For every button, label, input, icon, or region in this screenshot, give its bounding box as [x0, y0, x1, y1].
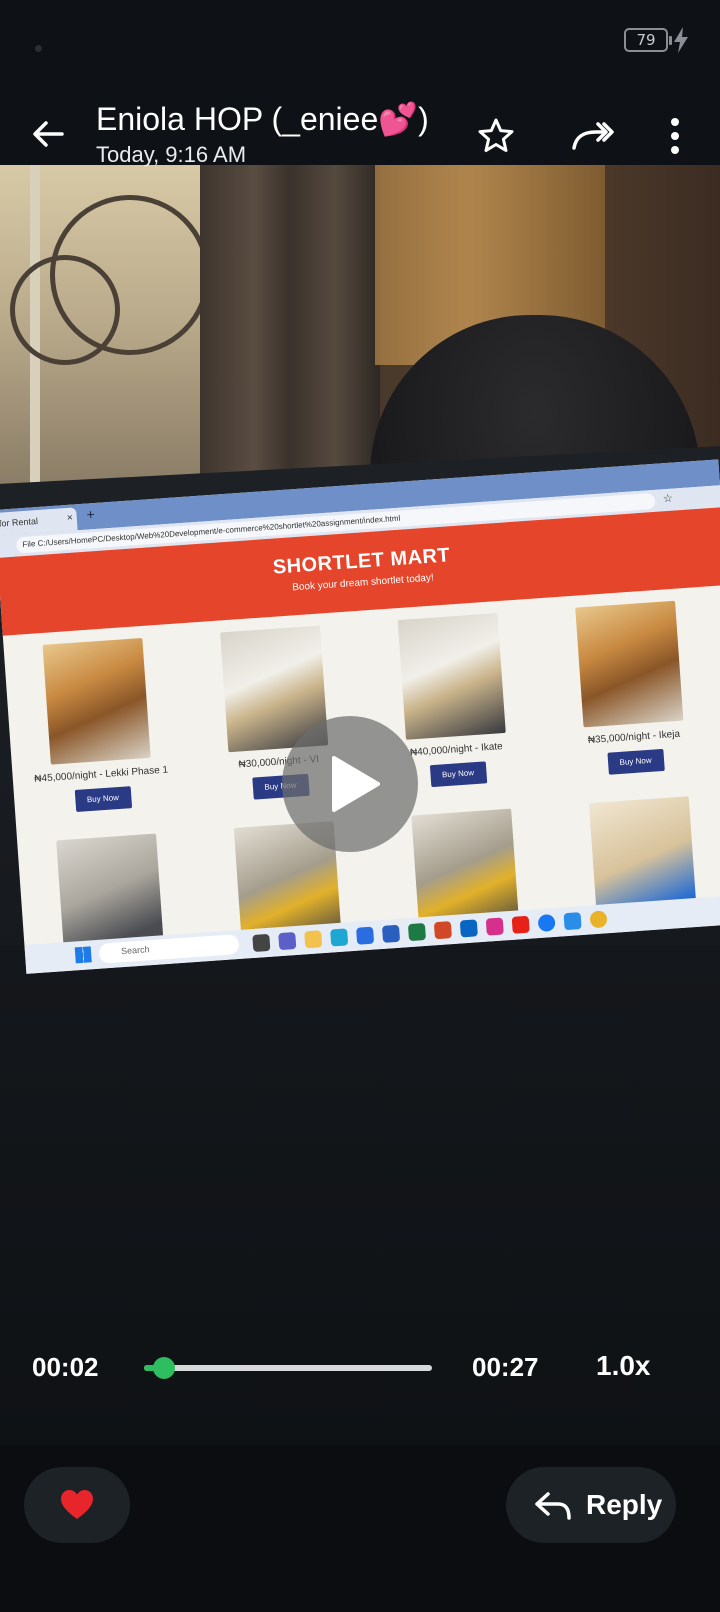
word-icon	[381, 924, 401, 943]
facebook-icon	[537, 913, 556, 933]
address-prefix: File	[22, 539, 36, 550]
listing-card: ₦35,000/night - Ikeja Buy Now	[542, 598, 718, 778]
buy-now-button: Buy Now	[606, 748, 665, 775]
vscode-icon	[563, 912, 582, 931]
playback-controls: 00:02 00:27 1.0x	[0, 1330, 720, 1410]
seek-bar[interactable]	[144, 1357, 432, 1379]
listing-card: ₦45,000/night - Lekki Phase 1 Buy Now	[10, 636, 186, 816]
viewer-header: Eniola HOP (_eniee💕) Today, 9:16 AM	[0, 90, 720, 190]
listing-photo	[574, 600, 683, 728]
bottom-action-bar: Reply	[0, 1445, 720, 1612]
listing-price: ₦45,000/night - Lekki Phase 1	[34, 764, 169, 785]
listing-price: ₦35,000/night - Ikeja	[587, 728, 681, 747]
reply-arrow-icon	[535, 1492, 571, 1520]
edge-icon	[330, 928, 349, 947]
new-tab-icon: +	[85, 506, 96, 523]
seek-handle[interactable]	[153, 1357, 176, 1379]
playback-speed-button[interactable]: 1.0x	[596, 1350, 651, 1382]
instagram-icon	[485, 917, 504, 936]
file-explorer-icon	[304, 930, 323, 949]
outlook-icon	[459, 919, 478, 938]
status-bar: 79	[0, 0, 720, 90]
forward-icon[interactable]	[570, 116, 614, 156]
excel-icon	[407, 922, 427, 942]
play-icon	[332, 756, 380, 812]
more-vertical-icon[interactable]	[660, 114, 690, 158]
buy-now-button: Buy Now	[429, 761, 487, 788]
react-button[interactable]	[24, 1467, 130, 1543]
play-button[interactable]	[282, 716, 418, 852]
teams-icon	[278, 932, 297, 951]
store-icon	[356, 926, 375, 945]
message-timestamp: Today, 9:16 AM	[96, 142, 247, 167]
camera-dot	[35, 45, 42, 52]
listing-photo	[42, 638, 151, 765]
listing-photo	[397, 613, 506, 740]
charging-bolt-icon	[674, 27, 688, 53]
reply-label: Reply	[586, 1489, 663, 1520]
battery-icon: 79	[624, 28, 672, 52]
heart-icon	[61, 1490, 93, 1519]
total-time: 00:27	[472, 1352, 539, 1382]
sender-name: Eniola HOP (_eniee💕)	[96, 101, 429, 137]
background-window	[0, 165, 215, 485]
taskbar-search: Search	[98, 934, 240, 964]
chrome-icon	[589, 910, 608, 929]
star-icon[interactable]	[476, 116, 516, 156]
reply-button[interactable]: Reply	[506, 1467, 676, 1543]
back-arrow-icon[interactable]	[28, 114, 68, 154]
windows-logo-icon	[74, 946, 92, 964]
powerpoint-icon	[433, 921, 452, 940]
task-view-icon	[252, 933, 271, 952]
browser-tab-title: for Rental	[0, 515, 39, 529]
close-icon: ×	[66, 512, 74, 524]
bookmark-star-icon: ☆	[662, 492, 674, 506]
current-time: 00:02	[32, 1352, 99, 1382]
buy-now-button: Buy Now	[74, 786, 132, 813]
background-curtain	[200, 165, 380, 495]
youtube-icon	[511, 915, 530, 934]
